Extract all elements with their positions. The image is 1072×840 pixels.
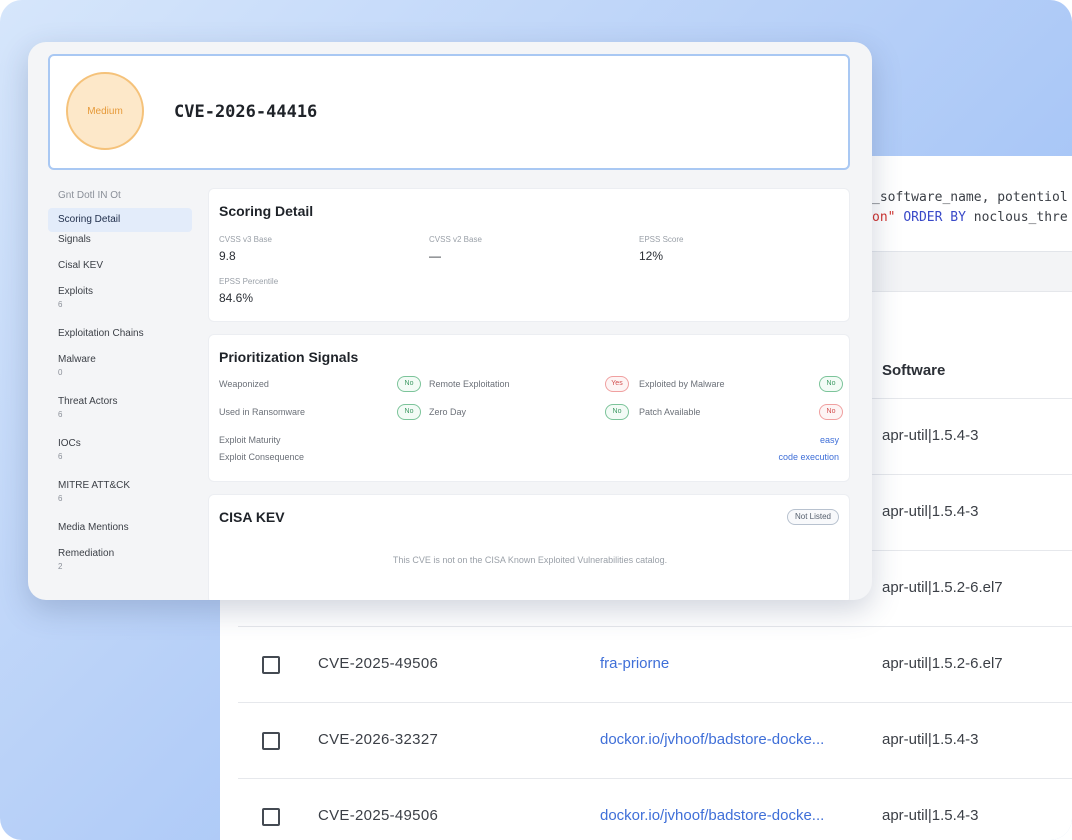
sidebar-heading: Gnt Dotl IN Ot: [58, 190, 121, 201]
sidebar-item-label: Malware: [58, 354, 96, 365]
cve-id-cell: CVE-2025-49506: [318, 655, 439, 672]
kev-note: This CVE is not on the CISA Known Exploi…: [392, 555, 668, 565]
sidebar-item-8[interactable]: MITRE ATT&CK 6: [48, 480, 192, 516]
software-cell: apr-util|1.5.4-3: [882, 807, 979, 824]
signal-label: Zero Day: [429, 407, 467, 417]
kev-status-badge: Not Listed: [786, 509, 839, 525]
cve-id-cell: CVE-2025-49506: [318, 807, 439, 824]
cve-header-card: Medium CVE-2026-44416: [48, 54, 850, 170]
cve-detail-window: Medium CVE-2026-44416 Gnt Dotl IN Ot Sco…: [28, 42, 872, 600]
signal-status-pill: No: [819, 376, 843, 392]
row-checkbox[interactable]: [262, 808, 280, 826]
signal-label: Weaponized: [219, 379, 269, 389]
sidebar-item-5[interactable]: Malware 0: [48, 354, 192, 390]
sidebar-item-count: 6: [58, 452, 63, 461]
sidebar-item-label: Scoring Detail: [58, 214, 121, 225]
detail-sidebar-nav: Gnt Dotl IN Ot Scoring Detail Signals Cisa…: [48, 188, 192, 571]
cisa-kev-title: CISA KEV: [219, 509, 285, 525]
sidebar-item-label: Remediation: [58, 548, 115, 559]
software-cell: apr-util|1.5.4-3: [882, 427, 979, 444]
metric-label: EPSS Percentile: [219, 277, 279, 286]
software-cell: apr-util|1.5.4-3: [882, 731, 979, 748]
metric-value: —: [429, 249, 441, 263]
signals-title: Prioritization Signals: [219, 349, 359, 365]
software-cell: apr-util|1.5.2-6.el7: [882, 579, 1003, 596]
metric-label: EPSS Score: [639, 235, 684, 244]
severity-badge: Medium: [66, 72, 144, 150]
table-row[interactable]: CVE-2025-49506 fra-priorne apr-util|1.5.2-…: [238, 626, 1072, 702]
sidebar-item-count: 6: [58, 300, 63, 309]
sql-line-1: _software_name, potentiol: [872, 190, 1068, 205]
sidebar-item-count: 2: [58, 562, 63, 571]
cve-id-cell: CVE-2026-32327: [318, 731, 439, 748]
sidebar-item-3[interactable]: Exploits 6: [48, 286, 192, 322]
sidebar-item-label: MITRE ATT&CK: [58, 480, 131, 491]
metric-value: 12%: [639, 249, 664, 263]
metric-cvss2: CVSS v2 Base —: [429, 235, 482, 263]
table-row[interactable]: CVE-2026-32327 dockor.io/jvhoof/badstore-…: [238, 702, 1072, 778]
table-row[interactable]: CVE-2025-49506 dockor.io/jvhoof/badstore-…: [238, 778, 1072, 840]
exploit-maturity-value: easy: [819, 435, 839, 445]
signal-status-pill: No: [819, 404, 843, 420]
metric-value: 84.6%: [219, 291, 254, 305]
sidebar-item-count: 0: [58, 368, 63, 377]
metric-cvss3: CVSS v3 Base 9.8: [219, 235, 272, 263]
exploit-consequence-value: code execution: [778, 452, 839, 462]
sidebar-item-6[interactable]: Threat Actors 6: [48, 396, 192, 432]
sidebar-item-label: Exploitation Chains: [58, 328, 144, 339]
sql-string: on": [872, 210, 896, 225]
metric-epss: EPSS Score 12%: [639, 235, 683, 263]
metric-label: CVSS v2 Base: [429, 235, 482, 244]
row-checkbox[interactable]: [262, 732, 280, 750]
signal-status-pill: No: [397, 376, 421, 392]
signal-label: Patch Available: [639, 407, 701, 417]
software-cell: apr-util|1.5.4-3: [882, 503, 979, 520]
sql-query-text: _software_name, potentiol on" ORDER BY n…: [872, 188, 1068, 228]
cisa-kev-panel: CISA KEV Not Listed This CVE is not on t…: [208, 494, 850, 600]
software-cell: apr-util|1.5.2-6.el7: [882, 655, 1003, 672]
scoring-detail-title: Scoring Detail: [219, 203, 314, 219]
signal-label: Used in Ransomware: [219, 407, 306, 417]
signal-label: Exploited by Malware: [639, 379, 725, 389]
sidebar-item-count: 6: [58, 410, 63, 419]
signal-status-pill: No: [605, 404, 629, 420]
signal-status-pill: Yes: [605, 376, 629, 392]
sidebar-item-label: IOCs: [58, 438, 81, 449]
scoring-detail-panel: Scoring Detail CVSS v3 Base 9.8 CVSS v2 …: [208, 188, 850, 322]
cve-id-title: CVE-2026-44416: [174, 102, 318, 122]
exploit-consequence-label: Exploit Consequence: [219, 452, 305, 462]
exploit-maturity-label: Exploit Maturity: [219, 435, 281, 445]
sidebar-item-label: Exploits: [58, 286, 94, 297]
sidebar-item-label: Cisal KEV: [58, 260, 104, 271]
image-link-cell[interactable]: fra-priorne: [600, 655, 669, 672]
sidebar-item-7[interactable]: IOCs 6: [48, 438, 192, 474]
sql-column: noclous_thre: [973, 210, 1068, 225]
sidebar-item-label: Threat Actors: [58, 396, 118, 407]
sidebar-item-label: Media Mentions: [58, 522, 129, 533]
signal-status-pill: No: [397, 404, 421, 420]
image-link-cell[interactable]: dockor.io/jvhoof/badstore-docke...: [600, 807, 824, 824]
image-link-cell[interactable]: dockor.io/jvhoof/badstore-docke...: [600, 731, 824, 748]
sidebar-item-count: 6: [58, 494, 63, 503]
metric-value: 9.8: [219, 249, 236, 263]
background: _software_name, potentiol on" ORDER BY n…: [0, 0, 1072, 840]
sql-keyword: ORDER BY: [903, 210, 966, 225]
sidebar-item-10[interactable]: Remediation 2: [48, 548, 192, 584]
sidebar-item-0[interactable]: Scoring Detail: [48, 208, 192, 232]
metric-label: CVSS v3 Base: [219, 235, 272, 244]
sql-line-2: on" ORDER BY noclous_thre: [872, 208, 1068, 228]
metric-epss-percentile: EPSS Percentile 84.6%: [219, 277, 278, 305]
column-header-software[interactable]: Software: [882, 362, 945, 379]
prioritization-signals-panel: Prioritization Signals Weaponized No Remot…: [208, 334, 850, 482]
row-checkbox[interactable]: [262, 656, 280, 674]
sidebar-item-label: Signals: [58, 234, 91, 245]
signal-label: Remote Exploitation: [429, 379, 510, 389]
